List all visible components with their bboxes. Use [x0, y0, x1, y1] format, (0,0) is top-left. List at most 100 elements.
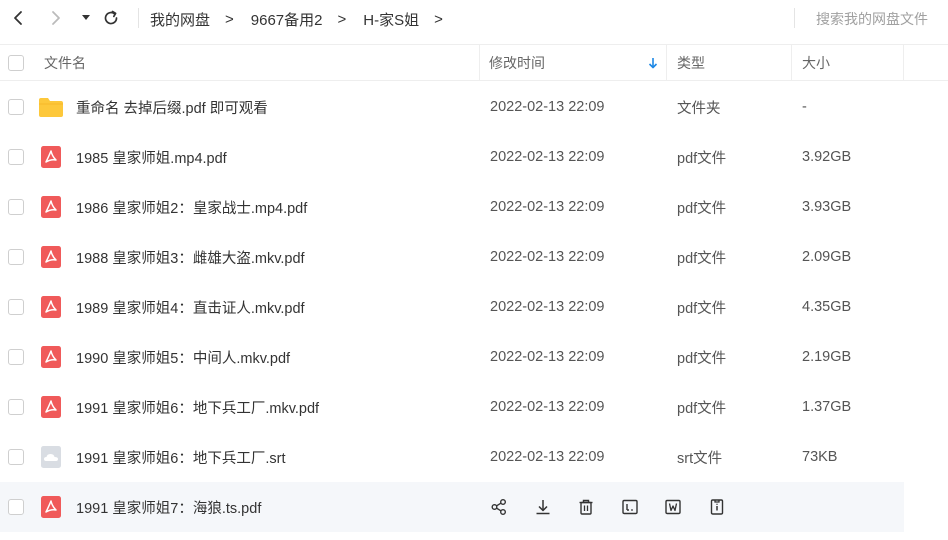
search-divider: [794, 8, 795, 28]
column-header-size[interactable]: 大小: [802, 45, 830, 81]
file-modified-time: 2022-02-13 22:09: [490, 99, 605, 115]
delete-button[interactable]: [575, 496, 597, 518]
download-button[interactable]: [532, 496, 554, 518]
row-checkbox[interactable]: [8, 99, 24, 115]
list-item[interactable]: 重命名 去掉后缀.pdf 即可观看 2022-02-13 22:09 文件夹 -: [0, 82, 904, 132]
breadcrumb: 我的网盘 > 9667备用2 > H-家S姐 >: [150, 0, 460, 38]
file-modified-time: 2022-02-13 22:09: [490, 149, 605, 165]
column-header-time[interactable]: 修改时间: [489, 45, 545, 81]
file-type: srt文件: [677, 450, 723, 467]
file-type: pdf文件: [677, 300, 727, 317]
list-item[interactable]: 1991 皇家师姐7：海狼.ts.pdf: [0, 482, 904, 532]
rename-icon: [621, 499, 638, 515]
breadcrumb-item-folder[interactable]: 9667备用2: [251, 9, 323, 30]
copy-icon: [665, 499, 681, 515]
pdf-icon: [41, 246, 61, 268]
chevron-left-icon: [14, 11, 22, 25]
row-checkbox[interactable]: [8, 399, 24, 415]
file-name[interactable]: 1989 皇家师姐4：直击证人.mkv.pdf: [76, 282, 305, 332]
column-header-type[interactable]: 类型: [677, 45, 705, 81]
file-size: 3.92GB: [802, 149, 852, 165]
file-name[interactable]: 1990 皇家师姐5：中间人.mkv.pdf: [76, 332, 290, 382]
file-type: 文件夹: [677, 100, 721, 117]
refresh-icon: [104, 10, 118, 25]
nav-divider: [138, 8, 139, 28]
info-icon: [710, 499, 723, 515]
row-checkbox[interactable]: [8, 349, 24, 365]
file-size: -: [802, 99, 807, 115]
row-checkbox[interactable]: [8, 299, 24, 315]
file-size: 4.35GB: [802, 299, 852, 315]
pdf-icon: [41, 196, 61, 218]
download-icon: [536, 500, 549, 515]
file-modified-time: 2022-02-13 22:09: [490, 249, 605, 265]
file-name[interactable]: 1986 皇家师姐2：皇家战士.mp4.pdf: [76, 182, 307, 232]
file-size: 2.19GB: [802, 349, 852, 365]
file-modified-time: 2022-02-13 22:09: [490, 399, 605, 415]
breadcrumb-item-current[interactable]: H-家S姐: [363, 9, 419, 30]
row-checkbox[interactable]: [8, 199, 24, 215]
file-type: pdf文件: [677, 350, 727, 367]
file-name[interactable]: 重命名 去掉后缀.pdf 即可观看: [76, 82, 268, 132]
share-button[interactable]: [488, 496, 510, 518]
back-button[interactable]: [7, 7, 29, 29]
folder-icon: [39, 98, 63, 117]
pdf-icon: [41, 396, 61, 418]
column-divider: [791, 44, 792, 81]
breadcrumb-separator: >: [434, 10, 443, 28]
caret-down-icon: [82, 15, 90, 20]
list-item[interactable]: 1985 皇家师姐.mp4.pdf 2022-02-13 22:09 pdf文件…: [0, 132, 904, 182]
column-divider: [903, 44, 904, 81]
delete-icon: [579, 499, 593, 515]
sort-desc-icon[interactable]: [648, 45, 658, 81]
list-item[interactable]: 1986 皇家师姐2：皇家战士.mp4.pdf 2022-02-13 22:09…: [0, 182, 904, 232]
file-size: 2.09GB: [802, 249, 852, 265]
breadcrumb-separator: >: [337, 10, 347, 28]
share-icon: [491, 499, 506, 515]
file-type: pdf文件: [677, 150, 727, 167]
navigation-bar: 我的网盘 > 9667备用2 > H-家S姐 >: [0, 0, 948, 38]
file-size: 3.93GB: [802, 199, 852, 215]
row-checkbox[interactable]: [8, 249, 24, 265]
copy-button[interactable]: [662, 496, 684, 518]
column-header-name[interactable]: 文件名: [44, 45, 86, 81]
breadcrumb-item-root[interactable]: 我的网盘: [150, 9, 210, 30]
pdf-icon: [41, 496, 61, 518]
row-checkbox[interactable]: [8, 149, 24, 165]
search-input[interactable]: [802, 8, 948, 30]
list-item[interactable]: 1991 皇家师姐6：地下兵工厂.srt 2022-02-13 22:09 sr…: [0, 432, 904, 482]
pdf-icon: [41, 146, 61, 168]
cloud-file-icon: [41, 446, 61, 468]
file-size: 73KB: [802, 449, 838, 465]
column-divider: [666, 44, 667, 81]
row-checkbox[interactable]: [8, 449, 24, 465]
column-divider: [479, 44, 480, 81]
refresh-button[interactable]: [100, 7, 122, 29]
chevron-right-icon: [52, 11, 60, 25]
file-type: pdf文件: [677, 250, 727, 267]
list-item[interactable]: 1989 皇家师姐4：直击证人.mkv.pdf 2022-02-13 22:09…: [0, 282, 904, 332]
file-name[interactable]: 1991 皇家师姐6：地下兵工厂.mkv.pdf: [76, 382, 319, 432]
file-name[interactable]: 1985 皇家师姐.mp4.pdf: [76, 132, 227, 182]
history-dropdown-button[interactable]: [75, 7, 97, 29]
row-checkbox[interactable]: [8, 499, 24, 515]
file-name[interactable]: 1988 皇家师姐3：雌雄大盗.mkv.pdf: [76, 232, 305, 282]
file-modified-time: 2022-02-13 22:09: [490, 199, 605, 215]
row-actions: [488, 496, 749, 518]
rename-button[interactable]: [619, 496, 641, 518]
breadcrumb-separator: >: [225, 10, 234, 28]
forward-button[interactable]: [45, 7, 67, 29]
list-item[interactable]: 1988 皇家师姐3：雌雄大盗.mkv.pdf 2022-02-13 22:09…: [0, 232, 904, 282]
list-item[interactable]: 1990 皇家师姐5：中间人.mkv.pdf 2022-02-13 22:09 …: [0, 332, 904, 382]
file-name[interactable]: 1991 皇家师姐7：海狼.ts.pdf: [76, 482, 261, 532]
file-size: 1.37GB: [802, 399, 852, 415]
file-name[interactable]: 1991 皇家师姐6：地下兵工厂.srt: [76, 432, 286, 482]
pdf-icon: [41, 346, 61, 368]
pdf-icon: [41, 296, 61, 318]
select-all-checkbox[interactable]: [8, 55, 24, 71]
file-modified-time: 2022-02-13 22:09: [490, 349, 605, 365]
file-modified-time: 2022-02-13 22:09: [490, 299, 605, 315]
file-type: pdf文件: [677, 400, 727, 417]
list-item[interactable]: 1991 皇家师姐6：地下兵工厂.mkv.pdf 2022-02-13 22:0…: [0, 382, 904, 432]
info-button[interactable]: [706, 496, 728, 518]
